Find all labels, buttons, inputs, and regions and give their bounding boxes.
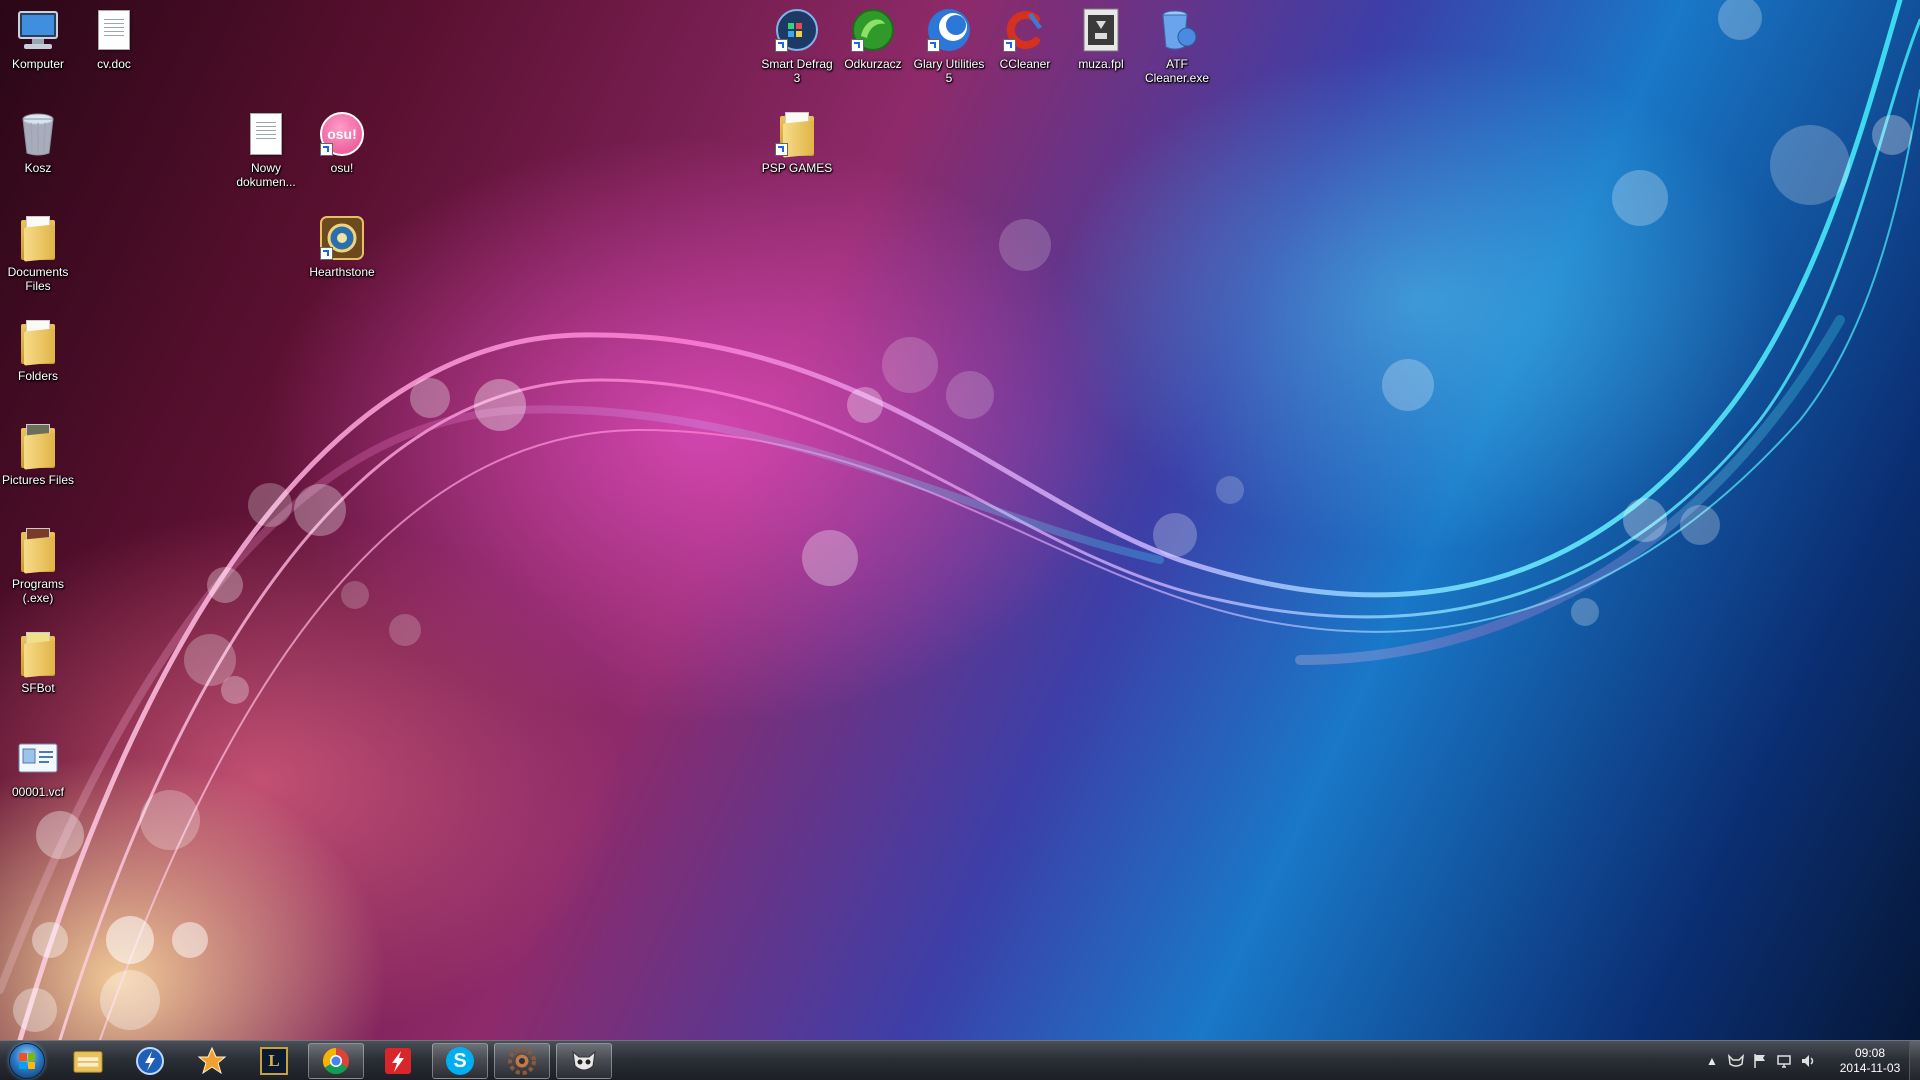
desktop-icon-ccleaner[interactable]: CCleaner [987,6,1063,71]
icon-label: Hearthstone [309,265,375,279]
volume-icon[interactable] [1796,1049,1820,1073]
document-icon [90,6,138,54]
start-button[interactable] [5,1042,49,1080]
icon-label: ATF Cleaner.exe [1144,57,1210,85]
desktop-icon-muza-fpl[interactable]: muza.fpl [1063,6,1139,71]
icon-label: Documents Files [7,265,69,293]
clock[interactable]: 09:08 2014-11-03 [1834,1046,1906,1076]
lol-letter: L [260,1047,288,1075]
desktop-icon-kosz[interactable]: Kosz [0,110,76,175]
show-desktop-button[interactable] [1909,1041,1920,1080]
document-icon [242,110,290,158]
action-center-flag-icon[interactable] [1748,1049,1772,1073]
taskbar-thunder-button[interactable] [122,1043,178,1079]
icon-label: Kosz [24,161,52,175]
taskbar-explorer-button[interactable] [60,1043,116,1079]
icon-label: SFBot [21,681,55,695]
shortcut-arrow-icon [775,143,788,156]
taskbar-star-app-button[interactable] [184,1043,240,1079]
icon-label: Folders [17,369,58,383]
shortcut-arrow-icon [1003,39,1016,52]
show-hidden-icons-icon[interactable]: ▲ [1700,1049,1724,1073]
taskbar-gear-app-button[interactable] [494,1043,550,1079]
contact-card-icon [14,734,62,782]
icon-label: osu! [330,161,354,175]
desktop-icon-cv-doc[interactable]: cv.doc [76,6,152,71]
icon-label: cv.doc [97,57,131,71]
skype-letter: S [446,1047,474,1075]
taskbar-skype-button[interactable]: S [432,1043,488,1079]
clock-time: 09:08 [1854,1046,1886,1060]
icon-label: Glary Utilities 5 [913,57,985,85]
icon-label: Smart Defrag 3 [761,57,833,85]
desktop-icon-odkurzacz[interactable]: Odkurzacz [835,6,911,71]
icon-label: Nowy dokumen... [236,161,296,189]
folder-icon [73,1046,103,1076]
folder-icon [14,214,62,262]
star-icon [197,1046,227,1076]
icon-label: Programs (.exe) [11,577,64,605]
desktop-icon-psp-games[interactable]: PSP GAMES [759,110,835,175]
system-tray: ▲ 09:08 2014-11-03 [1700,1041,1906,1080]
windows-logo-icon [9,1043,45,1079]
tray-app-icon[interactable] [1724,1049,1748,1073]
icon-label: CCleaner [999,57,1051,71]
desktop-icon-programs[interactable]: Programs (.exe) [0,526,76,605]
desktop-icon-atf-cleaner[interactable]: ATF Cleaner.exe [1139,6,1215,85]
folder-icon [14,318,62,366]
lol-icon: L [259,1046,289,1076]
computer-icon [14,6,62,54]
icon-label: Pictures Files [1,473,75,487]
icon-label: PSP GAMES [761,161,833,175]
taskbar: L S ▲ 09:08 2014-11-03 [0,1040,1920,1080]
shortcut-arrow-icon [320,143,333,156]
playlist-file-icon [1077,6,1125,54]
desktop-icon-hearthstone[interactable]: Hearthstone [304,214,380,279]
glary-utilities-icon [925,6,973,54]
taskbar-flash-button[interactable] [370,1043,426,1079]
folder-icon [14,526,62,574]
desktop-icon-komputer[interactable]: Komputer [0,6,76,71]
taskbar-league-button[interactable]: L [246,1043,302,1079]
desktop-icon-vcf[interactable]: 00001.vcf [0,734,76,799]
shortcut-arrow-icon [775,39,788,52]
ccleaner-icon [1001,6,1049,54]
desktop-icon-pictures-files[interactable]: Pictures Files [0,422,76,487]
folder-icon [14,422,62,470]
network-icon[interactable] [1772,1049,1796,1073]
recycle-bin-icon [14,110,62,158]
shortcut-arrow-icon [927,39,940,52]
desktop-icon-glary-utilities[interactable]: Glary Utilities 5 [911,6,987,85]
shortcut-arrow-icon [851,39,864,52]
flash-icon [383,1046,413,1076]
icon-label: Komputer [11,57,65,71]
skype-icon: S [445,1046,475,1076]
osu-icon: osu! [318,110,366,158]
desktop-icon-sfbot[interactable]: SFBot [0,630,76,695]
cat-icon [569,1046,599,1076]
folder-icon [773,110,821,158]
gear-icon [507,1046,537,1076]
shortcut-arrow-icon [320,247,333,260]
desktop[interactable]: Komputer Kosz Documents Files Folders Pi… [0,0,1920,1040]
icon-label: 00001.vcf [11,785,65,799]
icon-label: muza.fpl [1078,57,1124,71]
atf-cleaner-icon [1153,6,1201,54]
icon-label: Odkurzacz [844,57,902,71]
desktop-icon-smart-defrag[interactable]: Smart Defrag 3 [759,6,835,85]
desktop-icon-documents-files[interactable]: Documents Files [0,214,76,293]
desktop-icon-nowy-dokument[interactable]: Nowy dokumen... [228,110,304,189]
taskbar-chrome-button[interactable] [308,1043,364,1079]
folder-icon [14,630,62,678]
taskbar-mascot-button[interactable] [556,1043,612,1079]
desktop-icon-folders[interactable]: Folders [0,318,76,383]
desktop-icon-osu[interactable]: osu! osu! [304,110,380,175]
chrome-icon [321,1046,351,1076]
smart-defrag-icon [773,6,821,54]
odkurzacz-icon [849,6,897,54]
lightning-icon [135,1046,165,1076]
clock-date: 2014-11-03 [1839,1061,1901,1075]
hearthstone-icon [318,214,366,262]
